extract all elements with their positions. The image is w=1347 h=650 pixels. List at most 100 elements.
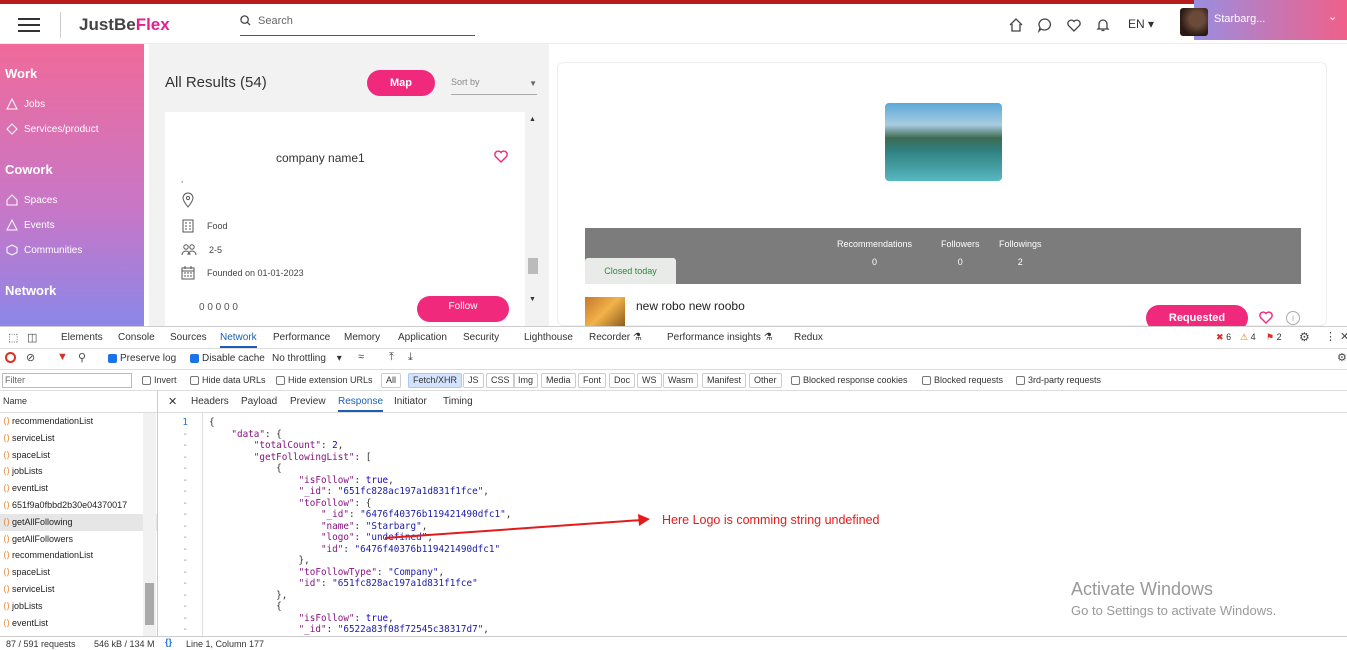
checkbox-checked[interactable]	[190, 353, 199, 363]
device-toolbar-icon[interactable]: ◫	[27, 331, 37, 344]
pretty-print-icon[interactable]: {}	[165, 637, 172, 647]
warning-count[interactable]: ⚠ 4	[1240, 332, 1256, 343]
preserve-log-checkbox[interactable]: Preserve log	[108, 353, 176, 364]
tab-performance[interactable]: Performance	[273, 332, 330, 343]
scroll-up-icon[interactable]: ▲	[529, 116, 536, 123]
chat-icon[interactable]	[1037, 17, 1053, 33]
tab-payload[interactable]: Payload	[241, 396, 277, 407]
request-row[interactable]: ⟨⟩ jobLists	[0, 463, 157, 480]
inspect-icon[interactable]: ⬚	[8, 331, 18, 344]
request-row[interactable]: ⟨⟩ spaceList	[0, 447, 157, 464]
checkbox[interactable]	[190, 376, 199, 386]
tab-console[interactable]: Console	[118, 332, 155, 343]
throttling-select[interactable]: No throttling ▾	[272, 353, 342, 364]
sidebar-item-events[interactable]: Events	[6, 219, 55, 231]
hide-data-urls-checkbox[interactable]: Hide data URLs	[190, 375, 266, 386]
filter-type-ws[interactable]: WS	[637, 373, 662, 388]
request-row[interactable]: ⟨⟩ getAllFollowing	[0, 513, 157, 531]
clear-icon[interactable]: ⊘	[26, 351, 35, 364]
error-count[interactable]: ✖ 6	[1216, 332, 1231, 343]
filter-input[interactable]: Filter	[2, 373, 132, 388]
results-scrollbar[interactable]: ▲ ▼	[527, 112, 539, 326]
sidebar-item-communities[interactable]: Communities	[6, 244, 82, 256]
upload-icon[interactable]: ⤒	[389, 351, 394, 364]
checkbox[interactable]	[922, 376, 931, 386]
map-button[interactable]: Map	[367, 70, 435, 96]
disable-cache-checkbox[interactable]: Disable cache	[190, 353, 265, 364]
checkbox[interactable]	[142, 376, 151, 386]
tab-headers[interactable]: Headers	[191, 396, 229, 407]
filter-type-media[interactable]: Media	[541, 373, 576, 388]
checkbox[interactable]	[1016, 376, 1025, 386]
name-column-header[interactable]: Name	[0, 391, 157, 413]
heart-icon[interactable]	[1066, 17, 1082, 33]
filter-type-all[interactable]: All	[381, 373, 402, 388]
scroll-thumb[interactable]	[528, 258, 538, 274]
scroll-thumb[interactable]	[145, 583, 154, 625]
sidebar-item-services[interactable]: Services/product	[6, 123, 98, 135]
user-menu[interactable]: Starbarg... ⌄	[1194, 0, 1347, 40]
home-icon[interactable]	[1008, 17, 1024, 33]
tab-timing[interactable]: Timing	[443, 396, 473, 407]
item-title[interactable]: new robo new roobo	[636, 299, 745, 313]
tab-security[interactable]: Security	[463, 332, 499, 343]
gear-icon[interactable]: ⚙	[1337, 351, 1347, 364]
menu-icon[interactable]	[18, 18, 40, 32]
issues-count[interactable]: ⚑ 2	[1266, 332, 1282, 343]
follow-button[interactable]: Follow	[417, 296, 509, 322]
filter-type-wasm[interactable]: Wasm	[663, 373, 699, 388]
third-party-checkbox[interactable]: 3rd-party requests	[1016, 375, 1101, 386]
more-options-icon[interactable]: ⋮	[1325, 330, 1336, 343]
filter-type-manifest[interactable]: Manifest	[702, 373, 747, 388]
tab-redux[interactable]: Redux	[794, 332, 823, 343]
scroll-down-icon[interactable]: ▼	[529, 296, 536, 303]
request-row[interactable]: ⟨⟩ serviceList	[0, 430, 157, 447]
chevron-down-icon[interactable]: ⌄	[1328, 10, 1337, 23]
filter-type-img[interactable]: Img	[513, 373, 539, 388]
tab-network[interactable]: Network	[220, 332, 257, 348]
invert-checkbox[interactable]: Invert	[142, 375, 177, 386]
filter-type-fetch-xhr[interactable]: Fetch/XHR	[408, 373, 463, 388]
tab-response[interactable]: Response	[338, 396, 384, 412]
tab-performance-insights[interactable]: Performance insights ⚗	[667, 332, 773, 343]
request-row[interactable]: ⟨⟩ 651f9a0fbbd2b30e04370017	[0, 497, 157, 514]
blocked-requests-checkbox[interactable]: Blocked requests	[922, 375, 1003, 386]
request-row[interactable]: ⟨⟩ eventList	[0, 615, 157, 632]
info-icon[interactable]: i	[1286, 311, 1300, 325]
filter-type-font[interactable]: Font	[578, 373, 607, 388]
language-select[interactable]: EN ▾	[1128, 17, 1154, 31]
request-row[interactable]: ⟨⟩ recommendationList	[0, 547, 157, 564]
stat-followers[interactable]: Followers 0	[941, 239, 980, 267]
record-icon[interactable]	[5, 352, 16, 363]
request-row[interactable]: ⟨⟩ eventList	[0, 480, 157, 497]
request-row[interactable]: ⟨⟩ jobLists	[0, 598, 157, 615]
sidebar-item-jobs[interactable]: Jobs	[6, 98, 45, 110]
tab-recorder[interactable]: Recorder ⚗	[589, 332, 642, 343]
close-icon[interactable]: ✕	[1340, 330, 1347, 343]
checkbox[interactable]	[791, 376, 800, 386]
wifi-icon[interactable]: ≈	[358, 351, 364, 363]
filter-type-js[interactable]: JS	[463, 373, 484, 388]
search-input[interactable]: Search	[240, 12, 475, 36]
request-row[interactable]: ⟨⟩ spaceList	[0, 564, 157, 581]
filter-type-doc[interactable]: Doc	[609, 373, 636, 388]
filter-type-other[interactable]: Other	[749, 373, 782, 388]
close-icon[interactable]: ✕	[168, 395, 177, 408]
avatar[interactable]	[1180, 8, 1208, 36]
heart-icon[interactable]	[1258, 309, 1274, 325]
tab-memory[interactable]: Memory	[344, 332, 380, 343]
tab-sources[interactable]: Sources	[170, 332, 207, 343]
blocked-cookies-checkbox[interactable]: Blocked response cookies	[791, 375, 908, 386]
filter-icon[interactable]: ▼	[57, 351, 68, 363]
bell-icon[interactable]	[1095, 17, 1111, 33]
tab-elements[interactable]: Elements	[61, 332, 103, 343]
tab-application[interactable]: Application	[398, 332, 447, 343]
request-row[interactable]: ⟨⟩ getAllFollowers	[0, 531, 157, 548]
search-icon[interactable]: ⚲	[78, 351, 86, 364]
tab-initiator[interactable]: Initiator	[394, 396, 427, 407]
app-logo[interactable]: JustBeFlex	[79, 15, 170, 35]
checkbox-checked[interactable]	[108, 353, 117, 363]
item-thumbnail[interactable]	[585, 297, 625, 327]
checkbox[interactable]	[276, 376, 285, 386]
filter-type-css[interactable]: CSS	[486, 373, 515, 388]
